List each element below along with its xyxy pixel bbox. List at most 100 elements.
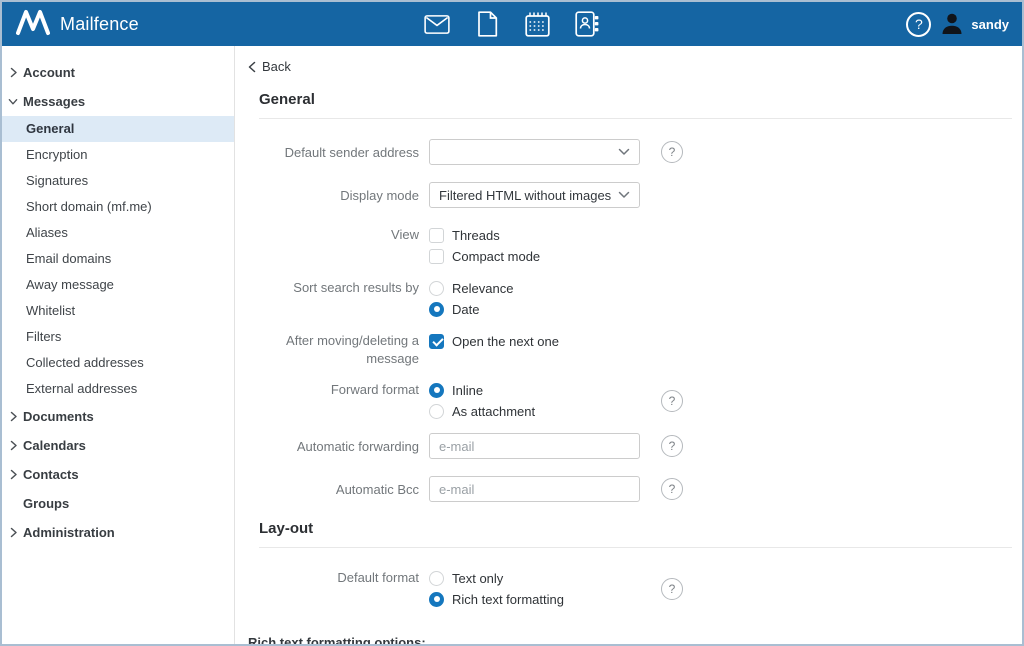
sidebar-item-general[interactable]: General xyxy=(2,116,234,142)
input-automatic-bcc[interactable] xyxy=(429,476,640,502)
radio-checked-icon xyxy=(429,383,444,398)
top-nav xyxy=(424,10,600,38)
sidebar-item-groups[interactable]: Groups xyxy=(2,489,234,518)
field-help-icon[interactable]: ? xyxy=(661,478,683,500)
field-control xyxy=(429,433,640,459)
chevron-down-icon xyxy=(618,148,630,156)
radio-option-inline[interactable]: Inline xyxy=(429,380,640,400)
sidebar-item-filters[interactable]: Filters xyxy=(2,324,234,350)
form-row-default-sender-address: Default sender address? xyxy=(259,139,1012,165)
sidebar-item-label: Messages xyxy=(23,94,85,109)
sidebar-item-short-domain-mf-me[interactable]: Short domain (mf.me) xyxy=(2,194,234,220)
checkbox-option-threads[interactable]: Threads xyxy=(429,225,640,245)
sidebar-item-label: General xyxy=(26,121,74,136)
select-default-sender-address[interactable] xyxy=(429,139,640,165)
radio-option-as-attachment[interactable]: As attachment xyxy=(429,401,640,421)
sidebar-item-email-domains[interactable]: Email domains xyxy=(2,246,234,272)
field-control: Relevance Date xyxy=(429,278,640,319)
form-row-after-moving-deleting-a-message: After moving/deleting a messageOpen the … xyxy=(259,331,1012,368)
settings-content: Back General Default sender address? Displ… xyxy=(235,46,1022,644)
sidebar-item-account[interactable]: Account xyxy=(2,58,234,87)
radio-checked-icon xyxy=(429,302,444,317)
sidebar-item-collected-addresses[interactable]: Collected addresses xyxy=(2,350,234,376)
brand[interactable]: Mailfence xyxy=(2,9,139,39)
app-window: Mailfence ? sandy Account Messages General… xyxy=(0,0,1024,646)
contacts-icon[interactable] xyxy=(574,10,600,38)
form-row-display-mode: Display mode Filtered HTML without images xyxy=(259,182,1012,208)
back-label: Back xyxy=(262,59,291,74)
section-title: Lay-out xyxy=(259,520,1012,537)
option-label: Date xyxy=(452,302,479,317)
checkbox-unchecked-icon xyxy=(429,249,444,264)
checkbox-option-open-the-next-one[interactable]: Open the next one xyxy=(429,331,640,351)
sidebar-item-administration[interactable]: Administration xyxy=(2,518,234,547)
radio-option-rich-text-formatting[interactable]: Rich text formatting xyxy=(429,589,640,609)
radio-option-text-only[interactable]: Text only xyxy=(429,568,640,588)
field-control xyxy=(429,476,640,502)
sidebar-item-documents[interactable]: Documents xyxy=(2,402,234,431)
section-lay-out: Lay-out Default formatText onlyRich text … xyxy=(248,520,1012,644)
brand-name: Mailfence xyxy=(60,14,139,35)
field-help-icon[interactable]: ? xyxy=(661,435,683,457)
section-title: General xyxy=(259,91,1012,108)
sidebar-item-external-addresses[interactable]: External addresses xyxy=(2,376,234,402)
sidebar-item-label: Documents xyxy=(23,409,94,424)
chevron-right-icon xyxy=(8,527,18,538)
chevron-down-icon xyxy=(618,191,630,199)
settings-sections: General Default sender address? Display mo… xyxy=(248,91,1012,644)
field-control: Filtered HTML without images xyxy=(429,182,640,208)
chevron-down-icon xyxy=(8,97,18,106)
username: sandy xyxy=(971,17,1009,32)
field-control xyxy=(429,139,640,165)
back-chevron-icon xyxy=(248,61,256,73)
field-control: Open the next one xyxy=(429,331,640,351)
user-menu[interactable]: sandy xyxy=(940,11,1009,38)
option-label: Inline xyxy=(452,383,483,398)
sidebar-item-encryption[interactable]: Encryption xyxy=(2,142,234,168)
field-control: Inline As attachment xyxy=(429,380,640,421)
sidebar-item-label: Calendars xyxy=(23,438,86,453)
sidebar-item-contacts[interactable]: Contacts xyxy=(2,460,234,489)
calendar-icon[interactable] xyxy=(524,10,550,38)
document-icon[interactable] xyxy=(474,10,500,38)
field-label: Display mode xyxy=(259,186,419,205)
chevron-right-icon xyxy=(8,440,18,451)
sidebar-item-label: External addresses xyxy=(26,381,137,396)
form-row-default-format: Default formatText onlyRich text formatt… xyxy=(259,568,1012,609)
chevron-right-icon xyxy=(8,469,18,480)
sidebar-item-label: Aliases xyxy=(26,225,68,240)
sidebar-item-messages[interactable]: Messages xyxy=(2,87,234,116)
sidebar-item-label: Signatures xyxy=(26,173,88,188)
field-label: Sort search results by xyxy=(259,278,419,297)
checkbox-option-compact-mode[interactable]: Compact mode xyxy=(429,246,640,266)
field-help-icon[interactable]: ? xyxy=(661,141,683,163)
option-label: Relevance xyxy=(452,281,513,296)
main-layout: Account Messages General Encryption Signatur… xyxy=(2,46,1022,644)
form-row-automatic-forwarding: Automatic forwarding? xyxy=(259,433,1012,459)
field-help-icon[interactable]: ? xyxy=(661,578,683,600)
radio-unchecked-icon xyxy=(429,571,444,586)
back-button[interactable]: Back xyxy=(248,59,291,74)
sidebar-item-label: Filters xyxy=(26,329,61,344)
sidebar-item-label: Whitelist xyxy=(26,303,75,318)
input-automatic-forwarding[interactable] xyxy=(429,433,640,459)
field-label: Default sender address xyxy=(259,143,419,162)
mailfence-logo-icon xyxy=(15,9,51,39)
help-icon[interactable]: ? xyxy=(906,12,931,37)
chevron-right-icon xyxy=(8,67,18,78)
sidebar-item-whitelist[interactable]: Whitelist xyxy=(2,298,234,324)
field-label: Automatic forwarding xyxy=(259,437,419,456)
top-right: ? sandy xyxy=(906,11,1009,38)
sidebar-item-label: Short domain (mf.me) xyxy=(26,199,152,214)
sidebar-item-away-message[interactable]: Away message xyxy=(2,272,234,298)
select-display-mode[interactable]: Filtered HTML without images xyxy=(429,182,640,208)
sidebar-item-aliases[interactable]: Aliases xyxy=(2,220,234,246)
field-help-icon[interactable]: ? xyxy=(661,390,683,412)
radio-option-relevance[interactable]: Relevance xyxy=(429,278,640,298)
sidebar-item-signatures[interactable]: Signatures xyxy=(2,168,234,194)
sidebar-item-calendars[interactable]: Calendars xyxy=(2,431,234,460)
mail-icon[interactable] xyxy=(424,10,450,38)
radio-option-date[interactable]: Date xyxy=(429,299,640,319)
settings-sidebar: Account Messages General Encryption Signatur… xyxy=(2,46,235,644)
sidebar-item-label: Account xyxy=(23,65,75,80)
